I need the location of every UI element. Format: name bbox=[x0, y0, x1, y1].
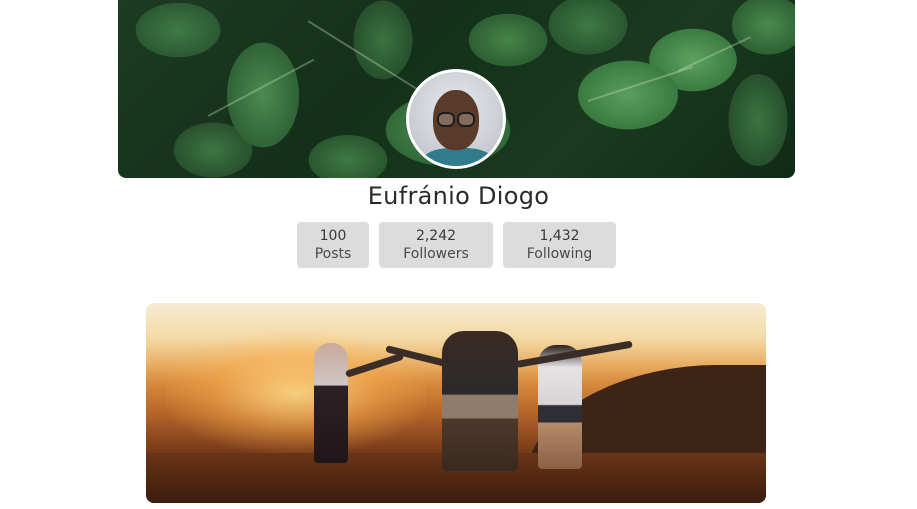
stat-followers[interactable]: 2,242 Followers bbox=[379, 222, 493, 268]
person-figure bbox=[314, 343, 348, 463]
avatar-glasses bbox=[457, 112, 475, 127]
stat-posts[interactable]: 100 Posts bbox=[297, 222, 369, 268]
stat-followers-value: 2,242 bbox=[415, 228, 457, 244]
stat-following-label: Following bbox=[526, 246, 593, 262]
person-figure bbox=[538, 345, 582, 469]
profile-stats: 100 Posts 2,242 Followers 1,432 Followin… bbox=[0, 222, 917, 268]
profile-name: Eufránio Diogo bbox=[367, 182, 550, 210]
avatar-shirt bbox=[423, 148, 493, 166]
avatar-glasses bbox=[437, 112, 455, 127]
stat-posts-value: 100 bbox=[319, 228, 347, 244]
stat-posts-label: Posts bbox=[314, 246, 352, 262]
profile-page: Eufránio Diogo 100 Posts 2,242 Followers… bbox=[0, 0, 917, 509]
stat-following[interactable]: 1,432 Following bbox=[503, 222, 616, 268]
stat-followers-label: Followers bbox=[403, 246, 469, 262]
stat-following-value: 1,432 bbox=[539, 228, 580, 244]
post-image[interactable] bbox=[146, 303, 766, 503]
person-figure bbox=[442, 331, 518, 471]
avatar[interactable] bbox=[406, 69, 506, 169]
